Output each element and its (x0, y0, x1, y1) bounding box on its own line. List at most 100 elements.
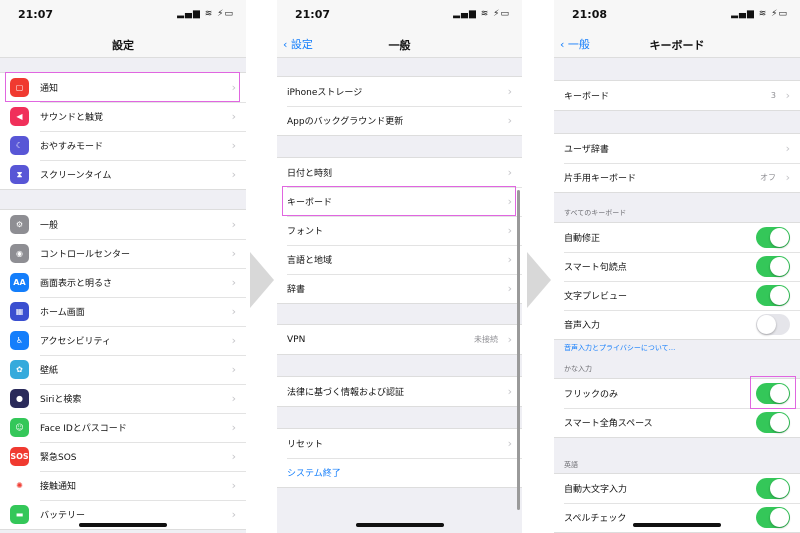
row-label: 壁紙 (40, 355, 246, 384)
row-label: サウンドと触覚 (40, 102, 246, 131)
nav-header: 21:07 ▂▄▆ ≋ ⚡▭ 一般 ‹ 設定 (277, 0, 522, 58)
chevron-right-icon: › (231, 247, 236, 260)
toggle-switch[interactable] (756, 285, 790, 306)
settings-row[interactable]: 自動大文字入力 (554, 474, 800, 503)
row-label: 接触通知 (40, 471, 246, 500)
settings-row[interactable]: ◉ コントロールセンター › (0, 239, 246, 268)
row-label: iPhoneストレージ (287, 88, 363, 98)
settings-row[interactable]: 日付と時刻 › (277, 158, 522, 187)
settings-row[interactable]: フリックのみ (554, 379, 800, 408)
back-button[interactable]: ‹ 設定 (283, 36, 313, 52)
row-label: アクセシビリティ (40, 326, 246, 355)
settings-row[interactable]: ♿ アクセシビリティ › (0, 326, 246, 355)
settings-row[interactable]: ✺ 接触通知 › (0, 471, 246, 500)
chevron-right-icon: › (507, 282, 512, 295)
settings-group: リセット › システム終了 (277, 428, 522, 488)
settings-row[interactable]: リセット › (277, 429, 522, 458)
chevron-right-icon: › (231, 218, 236, 231)
settings-row[interactable]: ☺ Face IDとパスコード › (0, 413, 246, 442)
status-time: 21:07 (295, 8, 331, 21)
chevron-right-icon: › (231, 392, 236, 405)
row-label: 緊急SOS (40, 442, 246, 471)
settings-row[interactable]: 片手用キーボード オフ › (554, 163, 800, 192)
row-value: 未接続 (474, 335, 498, 344)
row-label: Siriと検索 (40, 384, 246, 413)
page-title: 一般 (388, 39, 411, 52)
chevron-right-icon: › (785, 89, 790, 102)
settings-row[interactable]: システム終了 (277, 458, 522, 487)
settings-row[interactable]: SOS 緊急SOS › (0, 442, 246, 471)
settings-row[interactable]: 音声入力 (554, 310, 800, 339)
back-button[interactable]: ‹ 一般 (560, 36, 590, 52)
chevron-right-icon: › (507, 224, 512, 237)
settings-row[interactable]: スマート全角スペース (554, 408, 800, 437)
chevron-right-icon: › (231, 363, 236, 376)
chevron-right-icon: › (507, 114, 512, 127)
settings-row[interactable]: キーボード 3 › (554, 81, 800, 110)
section-header: すべてのキーボード (564, 209, 627, 217)
settings-group: VPN 未接続 › (277, 324, 522, 355)
home-screen-icon: ▦ (10, 302, 29, 321)
settings-row[interactable]: ☾ おやすみモード › (0, 131, 246, 160)
settings-row[interactable]: ⚙ 一般 › (0, 210, 246, 239)
scrollbar[interactable] (517, 190, 520, 510)
toggle-switch[interactable] (756, 314, 790, 335)
row-label: スクリーンタイム (40, 160, 246, 189)
row-label: ホーム画面 (40, 297, 246, 326)
wallpaper-icon: ✿ (10, 360, 29, 379)
settings-row[interactable]: ⧗ スクリーンタイム › (0, 160, 246, 189)
settings-row[interactable]: スマート句読点 (554, 252, 800, 281)
siri-icon: ● (10, 389, 29, 408)
toggle-switch[interactable] (756, 478, 790, 499)
settings-row[interactable]: 法律に基づく情報および認証 › (277, 377, 522, 406)
settings-group: ▢ 通知 › ◀ サウンドと触覚 › ☾ おやすみモード › ⧗ スクリーンタイム › (0, 72, 246, 190)
hourglass-icon: ⧗ (10, 165, 29, 184)
settings-row[interactable]: VPN 未接続 › (277, 325, 522, 354)
section-header: かな入力 (564, 365, 592, 373)
settings-row[interactable]: 言語と地域 › (277, 245, 522, 274)
settings-row[interactable]: 自動修正 (554, 223, 800, 252)
display-icon: AA (10, 273, 29, 292)
settings-row[interactable]: 文字プレビュー (554, 281, 800, 310)
chevron-right-icon: › (507, 195, 512, 208)
control-center-icon: ◉ (10, 244, 29, 263)
section-header: 英語 (564, 461, 578, 469)
toggle-switch[interactable] (756, 383, 790, 404)
status-time: 21:08 (572, 8, 608, 21)
row-label: ユーザ辞書 (564, 145, 609, 155)
settings-group: 日付と時刻 › キーボード › フォント › 言語と地域 › 辞書 › (277, 157, 522, 304)
row-label: キーボード (287, 187, 522, 216)
toggle-switch[interactable] (756, 227, 790, 248)
row-label: 一般 (40, 221, 59, 231)
settings-row[interactable]: AA 画面表示と明るさ › (0, 268, 246, 297)
toggle-switch[interactable] (756, 412, 790, 433)
chevron-right-icon: › (507, 333, 512, 346)
settings-row[interactable]: ▦ ホーム画面 › (0, 297, 246, 326)
accessibility-icon: ♿ (10, 331, 29, 350)
battery-icon: ▬ (10, 505, 29, 524)
settings-row[interactable]: iPhoneストレージ › (277, 77, 522, 106)
toggle-switch[interactable] (756, 507, 790, 528)
settings-row[interactable]: ▢ 通知 › (0, 73, 246, 102)
row-label: 日付と時刻 (287, 169, 333, 179)
settings-row[interactable]: キーボード › (277, 187, 522, 216)
settings-row[interactable]: ◀ サウンドと触覚 › (0, 102, 246, 131)
settings-row[interactable]: ✿ 壁紙 › (0, 355, 246, 384)
settings-group: 法律に基づく情報および認証 › (277, 376, 522, 407)
exposure-icon: ✺ (10, 476, 29, 495)
settings-row[interactable]: ● Siriと検索 › (0, 384, 246, 413)
settings-row[interactable]: Appのバックグラウンド更新 › (277, 106, 522, 135)
row-label: 辞書 (287, 274, 522, 303)
row-label: おやすみモード (40, 131, 246, 160)
toggle-switch[interactable] (756, 256, 790, 277)
settings-row[interactable]: スペルチェック (554, 503, 800, 532)
moon-icon: ☾ (10, 136, 29, 155)
settings-row[interactable]: フォント › (277, 216, 522, 245)
row-value: 3 (770, 91, 776, 100)
settings-row[interactable]: 辞書 › (277, 274, 522, 303)
general-screen: 21:07 ▂▄▆ ≋ ⚡▭ 一般 ‹ 設定 iPhoneストレージ › Appのバックグラ… (277, 0, 522, 533)
chevron-right-icon: › (507, 166, 512, 179)
privacy-link[interactable]: 音声入力とプライバシーについて... (564, 343, 675, 353)
chevron-right-icon: › (231, 421, 236, 434)
settings-row[interactable]: ユーザ辞書 › (554, 134, 800, 163)
